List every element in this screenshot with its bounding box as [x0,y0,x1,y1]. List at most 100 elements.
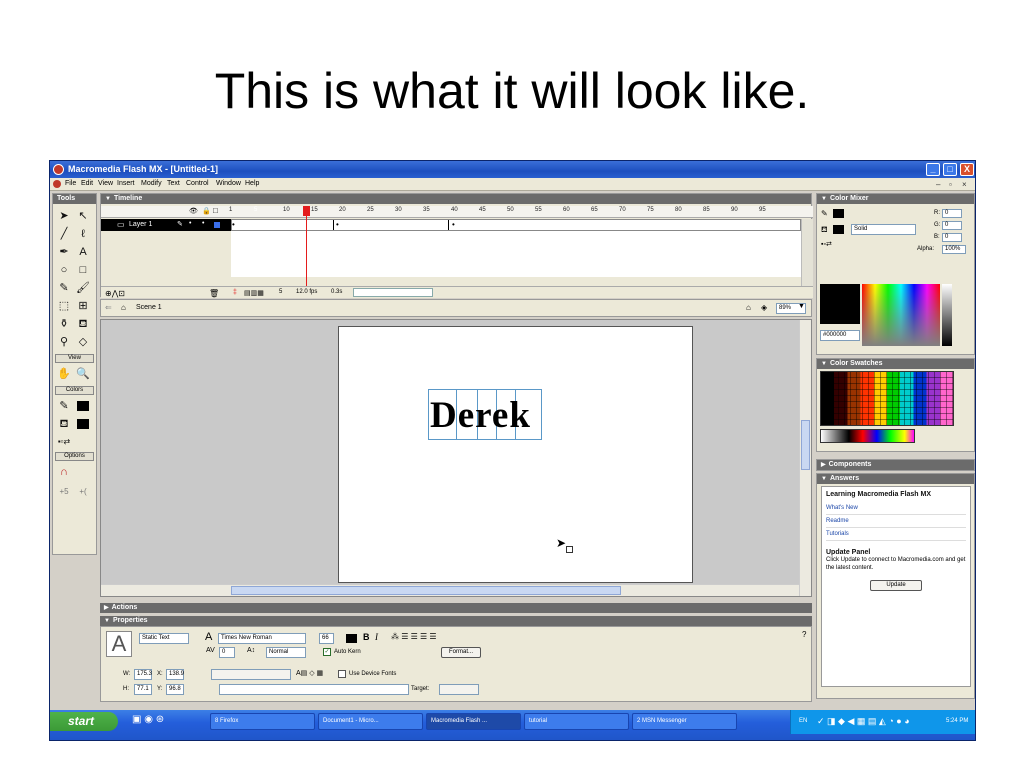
oval-tool-icon[interactable]: ○ [56,262,72,278]
back-arrow-icon[interactable]: ⇐ [105,303,112,312]
menu-control[interactable]: Control [186,180,209,187]
selectable-icon[interactable]: A▤ ◇ ▦ [296,669,323,677]
edit-symbols-icon[interactable]: ◈ [761,303,767,312]
fill-color-swatch[interactable] [77,419,89,429]
x-field[interactable]: 138.9 [166,669,184,680]
lock-icon[interactable]: 🔒 [202,207,211,215]
text-selection-box[interactable]: Derek [428,389,542,440]
keyframe-icon[interactable]: • [452,220,455,229]
hand-tool-icon[interactable]: ✋ [56,366,72,382]
stage-canvas[interactable]: Derek ➤ [338,326,693,583]
eraser-tool-icon[interactable]: ◇ [75,334,91,350]
task-document[interactable]: Document1 - Micro... [318,713,423,730]
timeline-header[interactable]: ▼ Timeline [101,194,811,204]
lock-dot-icon[interactable]: • [202,220,204,227]
default-colors-icon[interactable]: ▪▫⇄ [56,434,72,450]
playhead-handle[interactable] [303,206,310,216]
target-select[interactable] [439,684,479,695]
device-fonts-checkbox[interactable] [338,670,346,678]
whats-new-link[interactable]: What's New [826,502,966,515]
text-type-select[interactable]: Static Text [139,633,189,644]
close-button[interactable]: X [960,163,974,176]
height-field[interactable]: 77.1 [134,684,152,695]
doc-minimize-icon[interactable]: – [936,180,940,189]
url-link-field[interactable] [219,684,409,695]
hex-field[interactable]: #000000 [820,330,860,341]
text-tool-icon[interactable]: A [75,244,91,260]
rectangle-tool-icon[interactable]: □ [75,262,91,278]
color-spectrum[interactable] [862,284,940,346]
readme-link[interactable]: Readme [826,515,966,528]
stage-hscroll[interactable] [101,584,799,596]
menu-modify[interactable]: Modify [141,180,162,187]
language-indicator[interactable]: EN [799,718,807,724]
line-tool-icon[interactable]: ╱ [56,226,72,242]
frame-strip[interactable] [231,219,801,231]
straighten-option-icon[interactable]: +( [75,484,91,500]
swap-colors-icon[interactable]: ▪▫⇄ [821,240,832,248]
mixer-stroke-swatch[interactable] [833,209,844,218]
baseline-select[interactable]: Normal [266,647,306,658]
task-tutorial[interactable]: tutorial [524,713,629,730]
outline-icon[interactable]: □ [213,206,218,215]
gradient-swatches[interactable] [820,429,915,443]
properties-panel-header[interactable]: ▼ Properties [100,616,812,626]
auto-kern-checkbox[interactable]: ✓ [323,648,331,656]
brightness-slider[interactable] [942,284,952,346]
tracking-field[interactable]: 0 [219,647,235,658]
color-swatches-header[interactable]: ▼ Color Swatches [817,359,974,369]
menu-text[interactable]: Text [167,180,180,187]
alpha-field[interactable]: 100% [942,245,966,254]
color-mixer-header[interactable]: ▼ Color Mixer [817,194,974,204]
update-button[interactable]: Update [870,580,922,591]
eyedropper-tool-icon[interactable]: ⚲ [56,334,72,350]
zoom-dropdown-icon[interactable]: ▼ [798,303,805,310]
bold-button[interactable]: B [363,632,370,642]
center-frame-icon[interactable]: ‡ [233,289,237,296]
frames-area[interactable] [231,231,801,277]
add-layer-icon[interactable]: ⊕⋀⊡ [105,289,125,298]
ink-bottle-tool-icon[interactable]: ⚱ [56,316,72,332]
eye-icon[interactable]: 👁 [189,207,198,215]
onion-skin-icon[interactable]: ▤▥▦ [244,289,264,297]
edit-scene-icon[interactable]: ⌂ [746,303,751,312]
alignment-icons[interactable]: ⁂ ☰ ☰ ☰ ☰ [391,632,437,641]
vscroll-thumb[interactable] [801,420,810,470]
answers-header[interactable]: ▼ Answers [817,474,974,484]
magnet-option-icon[interactable]: ∩ [56,464,72,480]
keyframe-icon[interactable]: • [336,220,339,229]
stage-text[interactable]: Derek [430,394,531,437]
help-icon[interactable]: ? [802,630,806,639]
arrow-tool-icon[interactable]: ➤ [56,208,72,224]
font-family-select[interactable]: Times New Roman [218,633,306,644]
smooth-option-icon[interactable]: +5 [56,484,72,500]
brush-tool-icon[interactable]: 🖌 [75,280,91,296]
components-header[interactable]: ▶ Components [817,460,974,470]
quick-launch-icons[interactable]: ▣ ◉ ⊛ [132,714,164,725]
menu-file[interactable]: File [65,180,76,187]
width-field[interactable]: 175.3 [134,669,152,680]
menu-help[interactable]: Help [245,180,259,187]
text-color-swatch[interactable] [346,634,357,643]
italic-button[interactable]: I [375,632,378,642]
stroke-color-icon[interactable]: ✎ [56,398,72,414]
fill-transform-tool-icon[interactable]: ⊞ [75,298,91,314]
pen-tool-icon[interactable]: ✒ [56,244,72,260]
scene-name[interactable]: Scene 1 [136,304,162,311]
layer-name[interactable]: Layer 1 [129,221,152,228]
fill-color-icon[interactable]: ⛾ [56,416,72,432]
menu-edit[interactable]: Edit [81,180,93,187]
fill-type-select[interactable]: Solid [851,224,916,235]
green-field[interactable]: 0 [942,221,962,230]
layer-color-swatch[interactable] [214,222,220,228]
stage-vscroll[interactable] [799,320,811,596]
frame-ruler[interactable]: 1 5 10 15 20 25 30 35 40 45 50 55 60 65 … [101,206,813,218]
minimize-button[interactable]: _ [926,163,940,176]
task-flash[interactable]: Macromedia Flash ... [426,713,521,730]
red-field[interactable]: 0 [942,209,962,218]
keyframe-icon[interactable]: • [232,220,235,229]
free-transform-tool-icon[interactable]: ⬚ [56,298,72,314]
visible-dot-icon[interactable]: • [189,220,191,227]
tutorials-link[interactable]: Tutorials [826,528,966,541]
hscroll-thumb[interactable] [231,586,621,595]
